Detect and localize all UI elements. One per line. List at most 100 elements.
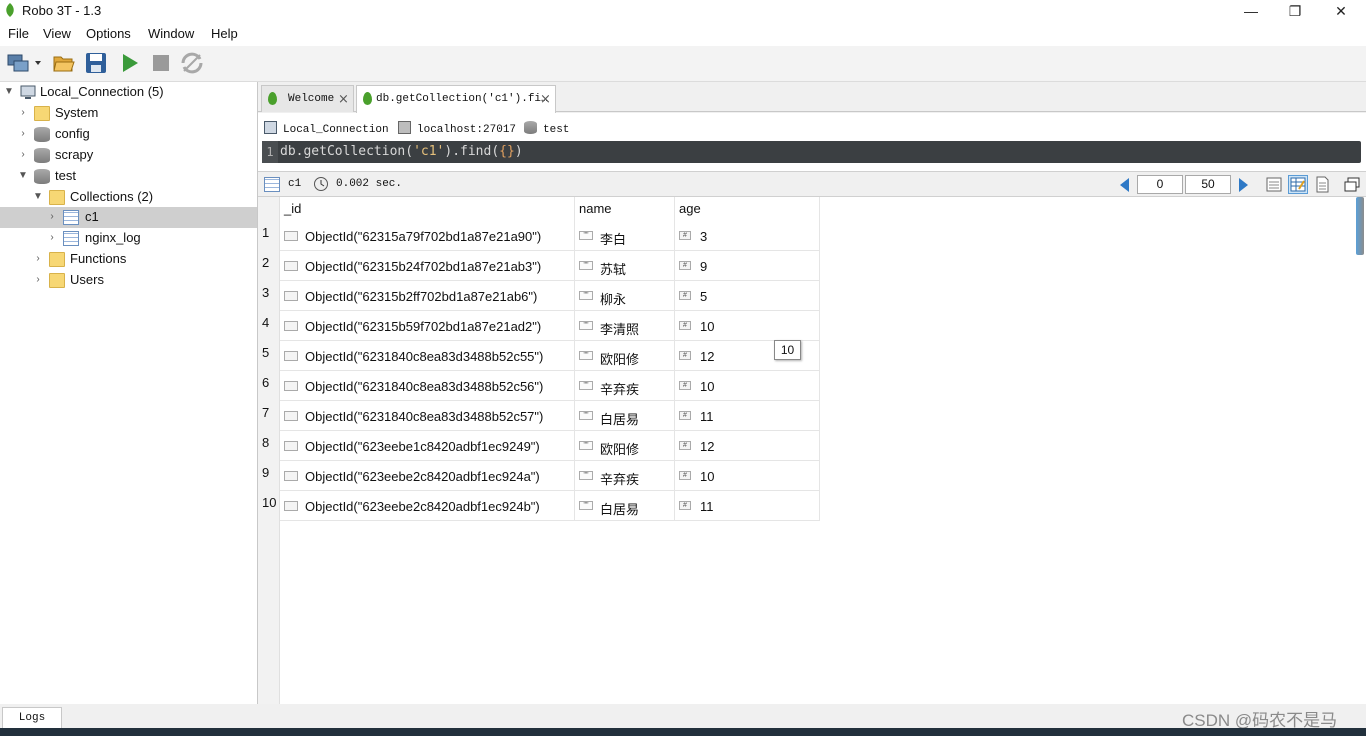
chevron-down-icon[interactable]: ▼	[33, 191, 43, 203]
table-row[interactable]: ObjectId("6231840c8ea83d3488b52c56") "" 辛弃…	[280, 371, 820, 401]
tree-item-c1[interactable]: › c1	[0, 207, 257, 228]
orient-icon[interactable]	[180, 51, 204, 75]
cell-age[interactable]: #10	[675, 461, 820, 491]
row-number[interactable]: 2	[262, 255, 269, 270]
menu-options[interactable]: Options	[86, 26, 131, 41]
query-code[interactable]: db.getCollection('c1').find({})	[280, 144, 523, 159]
skip-input[interactable]: 0	[1137, 175, 1183, 194]
cell-id[interactable]: ObjectId("6231840c8ea83d3488b52c56")	[280, 371, 575, 401]
scrollbar-thumb[interactable]	[1356, 197, 1364, 255]
cell-name[interactable]: "" 苏轼	[575, 251, 675, 281]
table-row[interactable]: ObjectId("62315b59f702bd1a87e21ad2") "" 李清…	[280, 311, 820, 341]
tree-item-test[interactable]: ▼ test	[0, 166, 257, 187]
tree-item-users[interactable]: › Users	[0, 270, 257, 291]
row-number[interactable]: 5	[262, 345, 269, 360]
text-view-button[interactable]	[1312, 175, 1332, 194]
close-icon[interactable]: ×	[540, 92, 551, 107]
maximize-button[interactable]: ❐	[1272, 0, 1318, 22]
table-row[interactable]: ObjectId("623eebe2c8420adbf1ec924a") "" 辛弃…	[280, 461, 820, 491]
row-number[interactable]: 8	[262, 435, 269, 450]
maximize-result-button[interactable]	[1342, 175, 1362, 194]
menu-view[interactable]: View	[43, 26, 71, 41]
column-header-name[interactable]: name	[579, 201, 612, 216]
tree-item-local-connection[interactable]: ▼ Local_Connection (5)	[0, 82, 257, 103]
column-header-id[interactable]: _id	[284, 201, 301, 216]
cell-id[interactable]: ObjectId("623eebe2c8420adbf1ec924a")	[280, 461, 575, 491]
row-number[interactable]: 10	[262, 495, 276, 510]
cell-name[interactable]: "" 李清照	[575, 311, 675, 341]
close-icon[interactable]: ×	[338, 92, 349, 107]
tab-welcome[interactable]: Welcome ×	[261, 85, 354, 112]
tree-item-nginx-log[interactable]: › nginx_log	[0, 228, 257, 249]
cell-id[interactable]: ObjectId("62315b24f702bd1a87e21ab3")	[280, 251, 575, 281]
close-button[interactable]: ✕	[1318, 0, 1364, 22]
table-row[interactable]: ObjectId("62315b2ff702bd1a87e21ab6") "" 柳永…	[280, 281, 820, 311]
row-number[interactable]: 9	[262, 465, 269, 480]
cell-id[interactable]: ObjectId("62315b2ff702bd1a87e21ab6")	[280, 281, 575, 311]
connect-icon[interactable]	[4, 51, 42, 75]
row-number[interactable]: 6	[262, 375, 269, 390]
table-row[interactable]: ObjectId("6231840c8ea83d3488b52c55") "" 欧阳…	[280, 341, 820, 371]
chevron-right-icon[interactable]: ›	[47, 211, 57, 223]
execute-icon[interactable]	[118, 51, 142, 75]
cell-age[interactable]: #10	[675, 311, 820, 341]
tree-item-functions[interactable]: › Functions	[0, 249, 257, 270]
cell-name[interactable]: "" 欧阳修	[575, 431, 675, 461]
chevron-right-icon[interactable]: ›	[18, 149, 28, 161]
prev-page-icon[interactable]	[1120, 178, 1129, 192]
cell-age[interactable]: #10	[675, 371, 820, 401]
chevron-right-icon[interactable]: ›	[18, 107, 28, 119]
tree-item-config[interactable]: › config	[0, 124, 257, 145]
chevron-right-icon[interactable]: ›	[18, 128, 28, 140]
limit-input[interactable]: 50	[1185, 175, 1231, 194]
tree-view-button[interactable]	[1264, 175, 1284, 194]
cell-name[interactable]: "" 欧阳修	[575, 341, 675, 371]
tree-item-collections[interactable]: ▼ Collections (2)	[0, 187, 257, 208]
table-row[interactable]: ObjectId("623eebe1c8420adbf1ec9249") "" 欧阳…	[280, 431, 820, 461]
stop-icon[interactable]	[149, 51, 173, 75]
tab-query[interactable]: db.getCollection('c1').fi… ×	[356, 85, 556, 113]
row-number[interactable]: 4	[262, 315, 269, 330]
table-row[interactable]: ObjectId("62315a79f702bd1a87e21a90") "" 李白…	[280, 221, 820, 251]
chevron-right-icon[interactable]: ›	[33, 274, 43, 286]
table-row[interactable]: ObjectId("6231840c8ea83d3488b52c57") "" 白居…	[280, 401, 820, 431]
tree-item-system[interactable]: › System	[0, 103, 257, 124]
cell-id[interactable]: ObjectId("6231840c8ea83d3488b52c57")	[280, 401, 575, 431]
row-number[interactable]: 7	[262, 405, 269, 420]
cell-name[interactable]: "" 白居易	[575, 401, 675, 431]
column-header-age[interactable]: age	[679, 201, 701, 216]
row-number[interactable]: 3	[262, 285, 269, 300]
menu-window[interactable]: Window	[148, 26, 194, 41]
cell-id[interactable]: ObjectId("6231840c8ea83d3488b52c55")	[280, 341, 575, 371]
menu-file[interactable]: File	[8, 26, 29, 41]
chevron-down-icon[interactable]: ▼	[18, 170, 28, 182]
cell-name[interactable]: "" 白居易	[575, 491, 675, 521]
query-editor[interactable]: 1 db.getCollection('c1').find({})	[262, 141, 1361, 163]
cell-name[interactable]: "" 辛弃疾	[575, 371, 675, 401]
cell-age[interactable]: #5	[675, 281, 820, 311]
logs-tab[interactable]: Logs	[2, 707, 62, 728]
minimize-button[interactable]: —	[1228, 0, 1274, 22]
chevron-right-icon[interactable]: ›	[47, 232, 57, 244]
table-row[interactable]: ObjectId("623eebe2c8420adbf1ec924b") "" 白居…	[280, 491, 820, 521]
cell-id[interactable]: ObjectId("623eebe1c8420adbf1ec9249")	[280, 431, 575, 461]
cell-age[interactable]: #11	[675, 491, 820, 521]
cell-id[interactable]: ObjectId("623eebe2c8420adbf1ec924b")	[280, 491, 575, 521]
cell-name[interactable]: "" 柳永	[575, 281, 675, 311]
cell-age[interactable]: #3	[675, 221, 820, 251]
cell-id[interactable]: ObjectId("62315a79f702bd1a87e21a90")	[280, 221, 575, 251]
menu-help[interactable]: Help	[211, 26, 238, 41]
open-icon[interactable]	[52, 51, 76, 75]
tree-item-scrapy[interactable]: › scrapy	[0, 145, 257, 166]
cell-name[interactable]: "" 李白	[575, 221, 675, 251]
table-view-button[interactable]	[1288, 175, 1308, 194]
chevron-down-icon[interactable]: ▼	[4, 86, 14, 98]
cell-age[interactable]: #12	[675, 431, 820, 461]
cell-id[interactable]: ObjectId("62315b59f702bd1a87e21ad2")	[280, 311, 575, 341]
row-number[interactable]: 1	[262, 225, 269, 240]
next-page-icon[interactable]	[1239, 178, 1248, 192]
cell-age[interactable]: #9	[675, 251, 820, 281]
save-icon[interactable]	[84, 51, 108, 75]
table-row[interactable]: ObjectId("62315b24f702bd1a87e21ab3") "" 苏轼…	[280, 251, 820, 281]
cell-age[interactable]: #11	[675, 401, 820, 431]
